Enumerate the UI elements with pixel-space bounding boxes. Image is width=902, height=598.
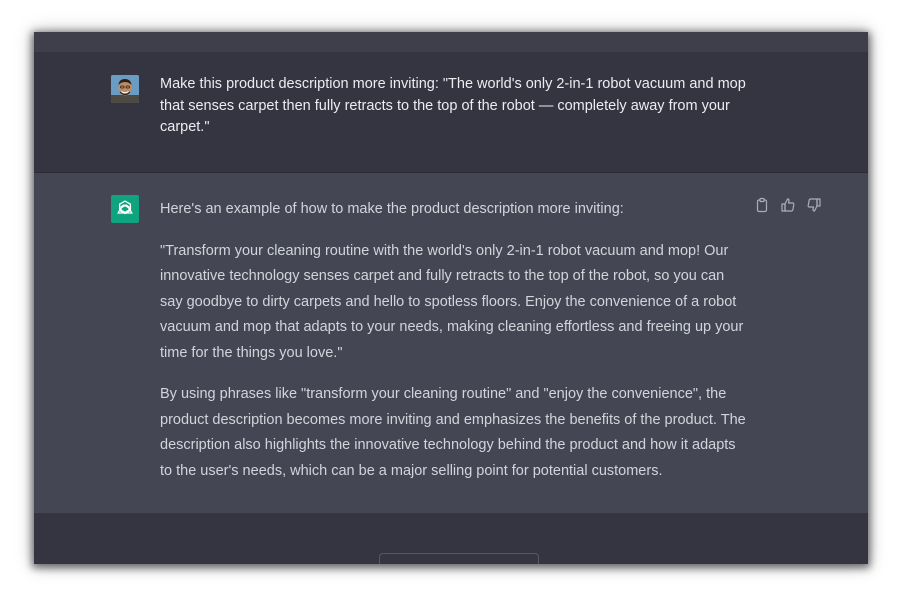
assistant-paragraph-1: "Transform your cleaning routine with th… bbox=[160, 242, 744, 361]
thumbs-up-icon[interactable] bbox=[780, 197, 796, 213]
user-message-row: Make this product description more invit… bbox=[34, 52, 868, 173]
assistant-message-text: Here's an example of how to make the pro… bbox=[160, 197, 750, 500]
assistant-message-row: Here's an example of how to make the pro… bbox=[34, 173, 868, 513]
regenerate-response-button[interactable] bbox=[379, 553, 539, 564]
previous-message-edge bbox=[34, 32, 868, 52]
chat-window: Make this product description more invit… bbox=[34, 32, 868, 564]
assistant-intro: Here's an example of how to make the pro… bbox=[160, 201, 624, 217]
message-actions bbox=[754, 197, 822, 213]
clipboard-icon[interactable] bbox=[754, 197, 770, 213]
user-avatar-image bbox=[111, 75, 139, 103]
assistant-paragraph-2: By using phrases like "transform your cl… bbox=[160, 386, 746, 479]
thumbs-down-icon[interactable] bbox=[806, 197, 822, 213]
composer-area bbox=[34, 513, 868, 564]
openai-logo-icon bbox=[111, 195, 139, 223]
user-message-text: Make this product description more invit… bbox=[160, 76, 746, 135]
user-avatar bbox=[111, 75, 139, 103]
